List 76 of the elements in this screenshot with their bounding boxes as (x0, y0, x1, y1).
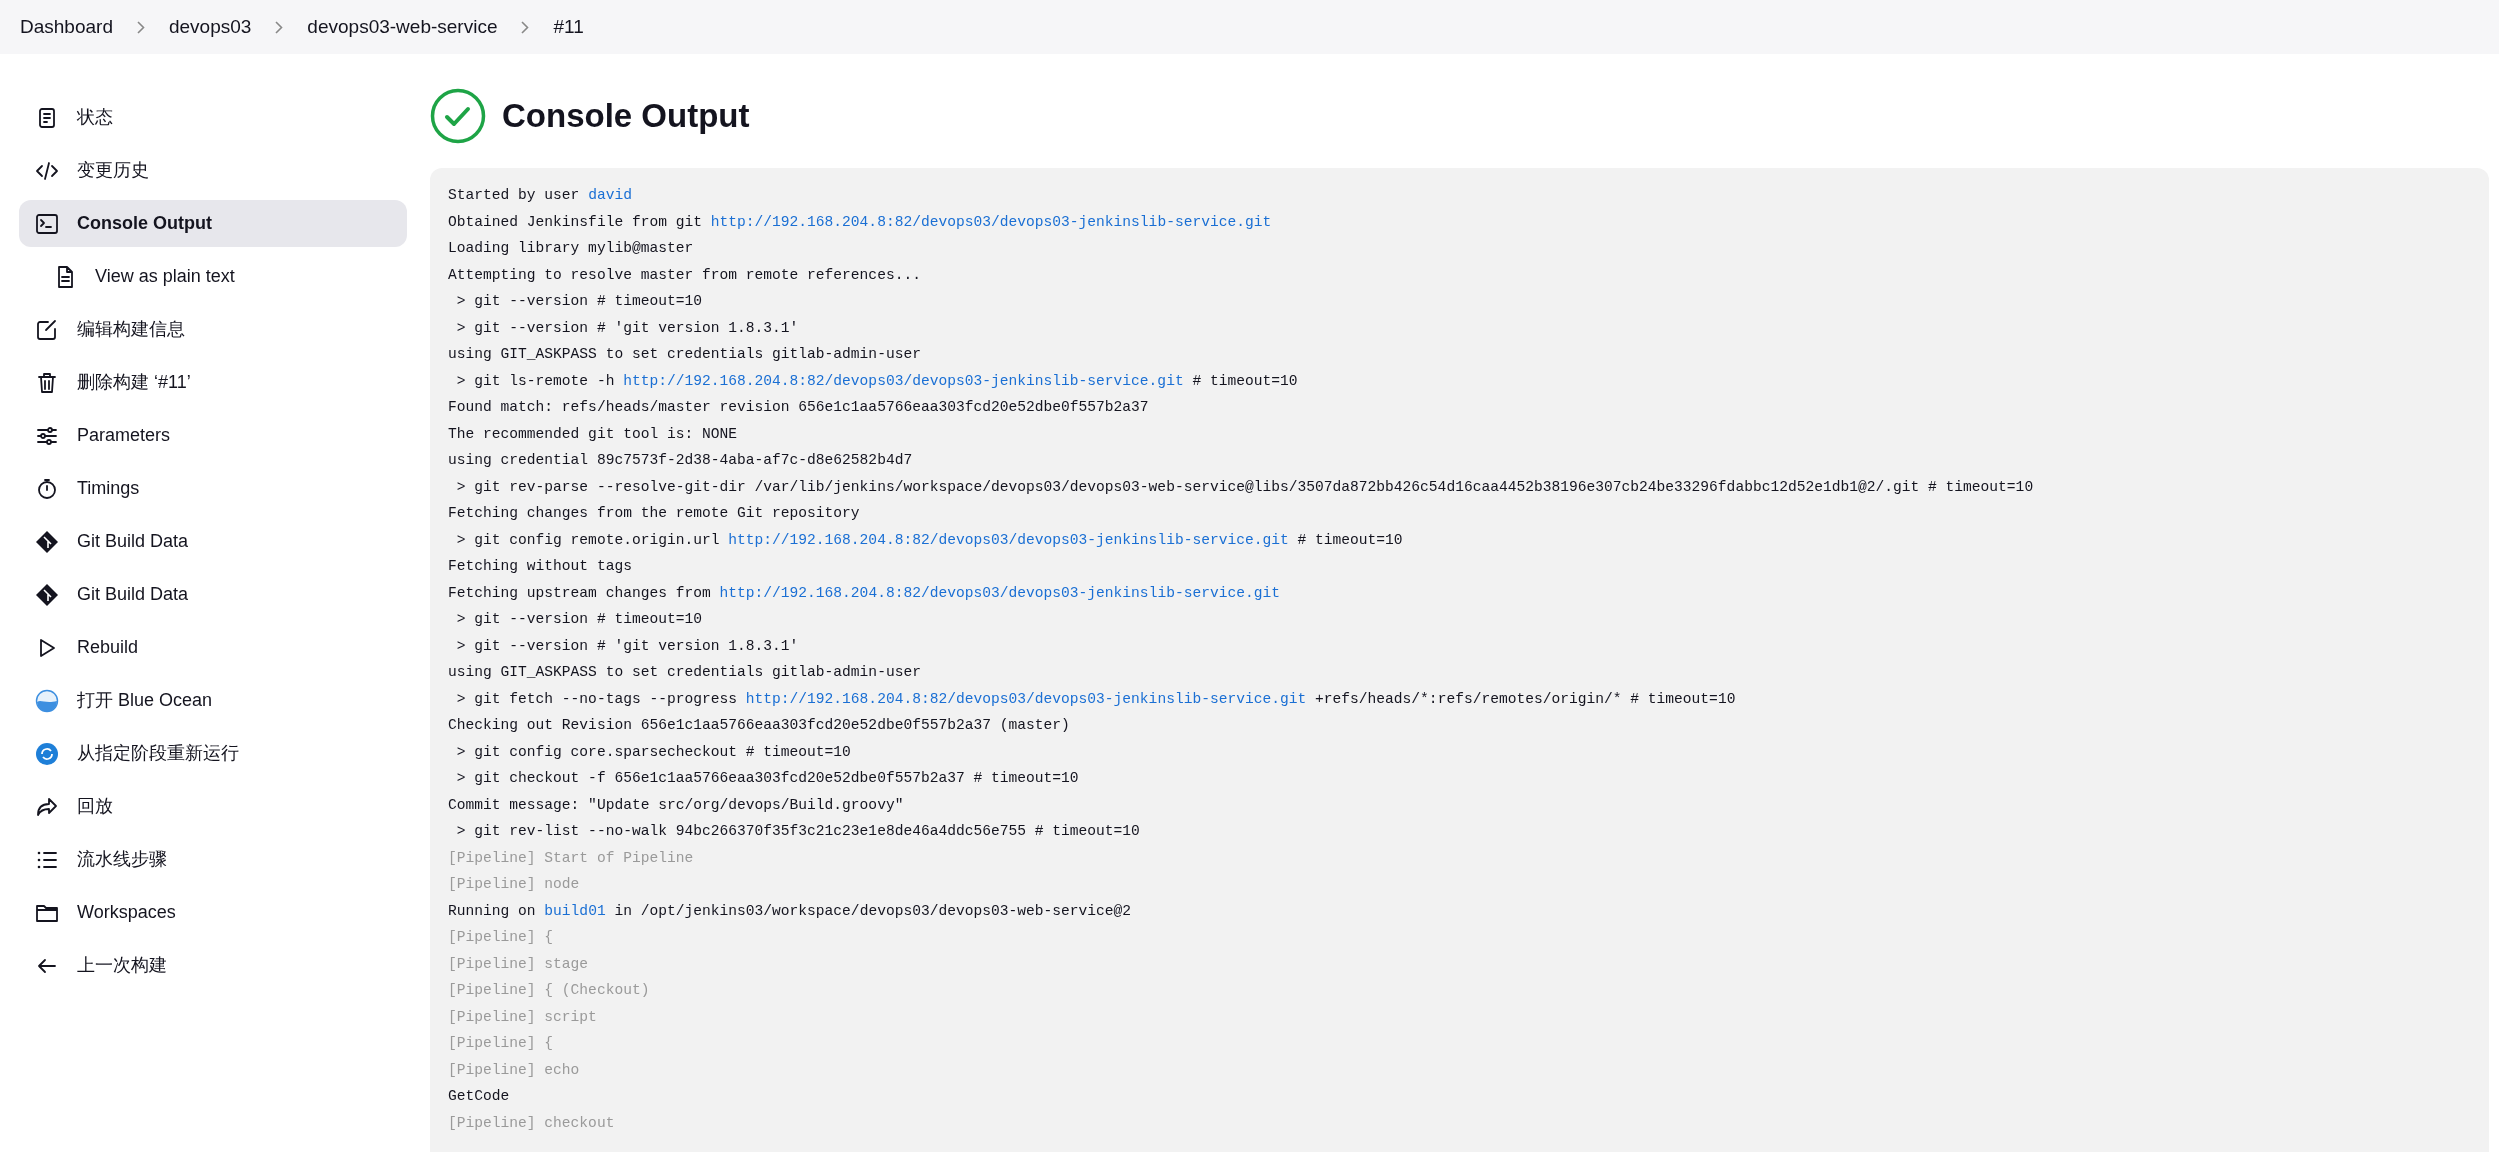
refresh-icon (35, 741, 59, 766)
sidebar-item[interactable]: 从指定阶段重新运行 (19, 730, 407, 777)
chevron-icon (521, 20, 530, 34)
sidebar-item[interactable]: Console Output (19, 200, 407, 247)
sidebar-item[interactable]: 上一次构建 (19, 942, 407, 989)
pipeline-log-line: [Pipeline] stage (448, 954, 590, 974)
pipeline-log-line: [Pipeline] checkout (448, 1113, 616, 1133)
log-line: > git rev-list --no-walk 94bc266370f35f3c21c23e1e8de46a4ddc56e755 # timeout=10 (455, 822, 1141, 841)
edit-icon (35, 317, 59, 342)
log-line: > git --version # timeout=10 (455, 292, 703, 311)
log-line: Loading library mylib@master (448, 239, 695, 258)
log-line: using credential 89c7573f-2d38-4aba-af7c-d8e62582b4d7 (448, 451, 914, 470)
pipeline-log-line: [Pipeline] { (Checkout) (448, 981, 651, 1000)
log-link[interactable]: http://192.168.204.8:82/devops03/devops03-jenkinslib-service.git (623, 372, 1184, 389)
log-link[interactable]: http://192.168.204.8:82/devops03/devops03-jenkinslib-service.git (728, 531, 1289, 548)
breadcrumb-link[interactable]: Dashboard (20, 12, 113, 42)
log-line: The recommended git tool is: NONE (448, 424, 738, 444)
sidebar-item[interactable]: 编辑构建信息 (19, 306, 407, 353)
log-line: Commit message: "Update src/org/devops/Build.groovy" (448, 795, 905, 815)
log-line: > git rev-parse --resolve-git-dir /var/lib/jenkins/workspace/devops03/devops03-web-service@libs/3507da872bb426c54d16caa4452b38196e307cb24be33296fdabbc12d52e1db1@2/.git # timeout=10 (455, 477, 2035, 497)
sidebar-item[interactable]: 流水线步骤 (19, 836, 407, 883)
sidebar-item[interactable]: 删除构建 ‘#11’ (19, 359, 407, 406)
pipeline-log-line: [Pipeline] echo (448, 1060, 581, 1080)
stopwatch-icon (35, 476, 59, 501)
log-line: > git ls-remote -h http://192.168.204.8:82/devops03/devops03-jenkinslib-service.git # timeout=10 (455, 371, 1299, 391)
log-line: Checking out Revision 656e1c1aa5766eaa303fcd20e52dbe0f557b2a37 (master) (448, 716, 1071, 735)
sidebar-item[interactable]: 变更历史 (19, 147, 407, 194)
breadcrumb-link[interactable]: devops03-web-service (307, 12, 498, 42)
log-link[interactable]: david (588, 187, 632, 203)
breadcrumb-link[interactable]: devops03 (168, 12, 252, 42)
sidebar-item[interactable]: Workspaces (19, 889, 407, 936)
sidebar-item[interactable]: Git Build Data (19, 571, 407, 618)
log-line: Attempting to resolve master from remote references... (448, 265, 922, 285)
sidebar-item[interactable]: Parameters (19, 412, 407, 459)
page-title: Console Output (502, 96, 750, 136)
log-link[interactable]: http://192.168.204.8:82/devops03/devops03-jenkinslib-service.git (745, 690, 1307, 707)
terminal-icon (35, 211, 59, 236)
pipeline-log-line: [Pipeline] { (448, 1034, 555, 1053)
log-line: Running on build01 in /opt/jenkins03/workspace/devops03/devops03-web-service@2 (448, 901, 1133, 921)
log-line: > git fetch --no-tags --progress http://192.168.204.8:82/devops03/devops03-jenkinslib-service.git +refs/heads/*:refs/remotes/origin/* # timeout=10 (455, 689, 1737, 709)
log-line: Started by user david (448, 186, 633, 205)
sidebar-item[interactable]: View as plain text (19, 253, 407, 300)
log-line: > git --version # 'git version 1.8.3.1' (455, 318, 800, 338)
sidebar-item[interactable]: 打开 Blue Ocean (19, 677, 407, 724)
log-line: using GIT_ASKPASS to set credentials gitlab-admin-user (448, 663, 922, 682)
pipeline-log-line: [Pipeline] Start of Pipeline (448, 848, 695, 868)
log-line: > git checkout -f 656e1c1aa5766eaa303fcd20e52dbe0f557b2a37 # timeout=10 (455, 769, 1080, 788)
log-line: Found match: refs/heads/master revision 656e1c1aa5766eaa303fcd20e52dbe0f557b2a37 (448, 398, 1150, 417)
log-link[interactable]: build01 (544, 902, 606, 919)
log-line: Obtained Jenkinsfile from git http://192.168.204.8:82/devops03/devops03-jenkinslib-service.git (448, 212, 1273, 232)
chevron-icon (275, 20, 284, 34)
pipeline-log-line: [Pipeline] script (448, 1007, 598, 1027)
git-icon (35, 582, 59, 607)
log-line: > git config core.sparsecheckout # timeout=10 (455, 742, 852, 762)
pipeline-log-line: [Pipeline] { (448, 928, 555, 947)
trash-icon (35, 370, 59, 395)
log-line: GetCode (448, 1087, 511, 1106)
log-line: Fetching without tags (448, 557, 633, 576)
sidebar-item[interactable]: Timings (19, 465, 407, 512)
sidebar-item[interactable]: Git Build Data (19, 518, 407, 565)
log-line: > git config remote.origin.url http://192.168.204.8:82/devops03/devops03-jenkinslib-service.git # timeout=10 (455, 530, 1404, 550)
log-line: using GIT_ASKPASS to set credentials gitlab-admin-user (448, 345, 922, 364)
log-line: > git --version # timeout=10 (455, 610, 703, 629)
log-line: Fetching changes from the remote Git repository (448, 504, 861, 523)
pipeline-log-line: [Pipeline] node (448, 875, 581, 894)
log-link[interactable]: http://192.168.204.8:82/devops03/devops03-jenkinslib-service.git (710, 213, 1272, 230)
sidebar-item[interactable]: 状态 (19, 94, 407, 141)
breadcrumb-link[interactable]: #11 (553, 12, 584, 42)
chevron-icon (136, 20, 145, 34)
git-icon (35, 529, 59, 554)
log-line: Fetching upstream changes from http://192.168.204.8:82/devops03/devops03-jenkinslib-service.git (448, 583, 1281, 603)
ocean-icon (35, 688, 59, 713)
log-link[interactable]: http://192.168.204.8:82/devops03/devops03-jenkinslib-service.git (719, 584, 1280, 601)
sidebar-item[interactable]: 回放 (19, 783, 407, 830)
log-line: > git --version # 'git version 1.8.3.1' (455, 636, 800, 656)
sidebar-item[interactable]: Rebuild (19, 624, 407, 671)
